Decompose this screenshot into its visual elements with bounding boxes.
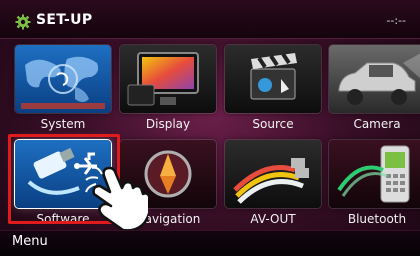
pointing-hand-icon — [85, 166, 148, 232]
tile-label: Source — [252, 117, 294, 131]
header-bar: SET-UP --:-- — [0, 0, 420, 39]
tile-label: System — [40, 117, 86, 131]
tile-label: Display — [145, 117, 191, 131]
tile-label: Bluetooth — [347, 212, 407, 226]
car-icon — [329, 45, 420, 113]
tile-display[interactable]: Display — [120, 45, 216, 147]
tile-bluetooth[interactable]: Bluetooth — [329, 140, 420, 242]
phone-icon — [329, 140, 420, 208]
clock-display: --:-- — [386, 14, 406, 27]
tile-av-out[interactable]: AV-OUT — [225, 140, 321, 242]
tile-camera[interactable]: Camera — [329, 45, 420, 147]
film-clapper-icon — [225, 45, 321, 113]
setup-screen: SET-UP --:-- System Display Source Camer… — [0, 0, 420, 256]
tile-label: Camera — [353, 117, 401, 131]
page-title: SET-UP — [36, 12, 93, 28]
display-icon — [120, 45, 216, 113]
av-cable-icon — [225, 140, 321, 208]
tile-label: AV-OUT — [250, 212, 296, 226]
tile-system[interactable]: System — [15, 45, 111, 147]
footer-bar — [0, 230, 420, 256]
tile-source[interactable]: Source — [225, 45, 321, 147]
menu-button[interactable]: Menu — [12, 234, 48, 249]
gear-icon — [15, 14, 31, 30]
world-map-icon — [15, 45, 111, 113]
